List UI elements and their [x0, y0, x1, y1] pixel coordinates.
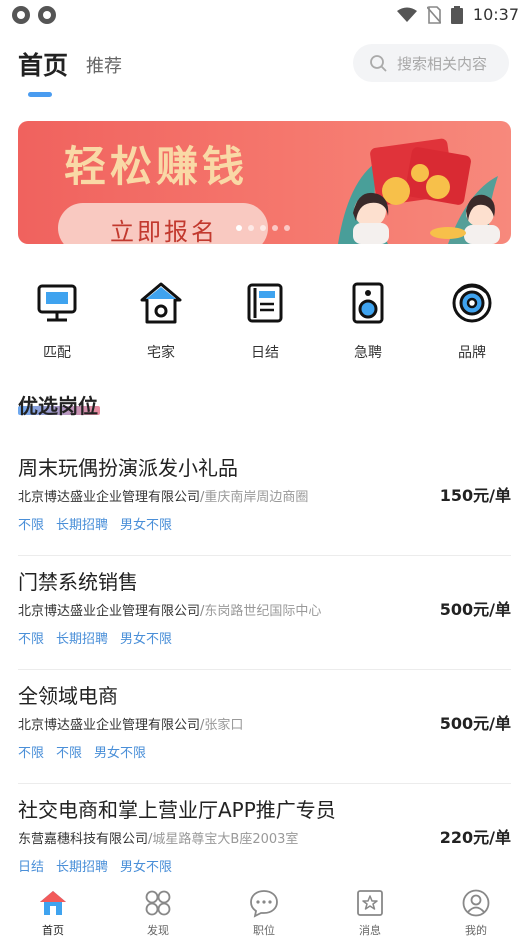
- job-tag: 不限: [18, 746, 45, 761]
- pagination-dot[interactable]: [284, 225, 290, 231]
- job-company: 北京博达盛业企业管理有限公司: [18, 718, 201, 733]
- job-price: 500元/单: [439, 714, 511, 733]
- search-box[interactable]: 搜索相关内容: [353, 44, 509, 82]
- chat-icon: [250, 890, 278, 918]
- section-title: 优选岗位: [18, 390, 100, 419]
- job-tag: 长期招聘: [56, 518, 109, 533]
- category-label: 品牌: [458, 345, 486, 361]
- nav-jobs[interactable]: 职位: [224, 888, 304, 938]
- job-company-location: 北京博达盛业企业管理有限公司/张家口: [18, 718, 244, 733]
- job-card[interactable]: 全领域电商 北京博达盛业企业管理有限公司/张家口 不限 不限 男女不限 500元…: [18, 670, 511, 784]
- status-bar: 10:37: [0, 0, 529, 30]
- promo-banner[interactable]: 轻松赚钱 立即报名: [18, 121, 511, 244]
- banner-pagination: [236, 225, 290, 231]
- speaker-icon: [352, 282, 384, 324]
- job-location: 东岗路世纪国际中心: [204, 604, 322, 619]
- job-price: 500元/单: [439, 600, 511, 619]
- job-tag: 不限: [18, 632, 45, 647]
- job-tags: 不限 长期招聘 男女不限: [18, 514, 172, 533]
- nav-label: 消息: [359, 924, 381, 937]
- nav-label: 我的: [465, 924, 487, 937]
- job-tag: 长期招聘: [56, 860, 109, 875]
- message-icon: [357, 890, 383, 916]
- category-urgent[interactable]: 急聘: [328, 280, 408, 362]
- target-icon: [452, 283, 492, 323]
- banner-illustration: [338, 138, 500, 244]
- search-placeholder: 搜索相关内容: [397, 54, 488, 73]
- category-home[interactable]: 宅家: [121, 280, 201, 362]
- pagination-dot[interactable]: [260, 225, 266, 231]
- section-title-text: 优选岗位: [18, 394, 98, 418]
- banner-signup-label: 立即报名: [110, 218, 218, 244]
- notebook-icon: [247, 283, 283, 323]
- job-tags: 不限 长期招聘 男女不限: [18, 628, 172, 647]
- job-company-location: 东营嘉穗科技有限公司/城星路尊宝大B座2003室: [18, 832, 299, 847]
- job-title: 门禁系统销售: [18, 570, 138, 594]
- job-tag: 日结: [18, 860, 45, 875]
- nav-label: 首页: [42, 924, 64, 937]
- job-tag: 男女不限: [120, 860, 173, 875]
- job-card[interactable]: 社交电商和掌上营业厅APP推广专员 东营嘉穗科技有限公司/城星路尊宝大B座200…: [18, 784, 511, 898]
- job-tag: 不限: [56, 746, 83, 761]
- pagination-dot[interactable]: [248, 225, 254, 231]
- job-tag: 男女不限: [120, 518, 173, 533]
- job-company-location: 北京博达盛业企业管理有限公司/东岗路世纪国际中心: [18, 604, 322, 619]
- profile-icon: [462, 889, 490, 917]
- category-label: 宅家: [147, 345, 175, 361]
- tab-active-indicator: [28, 92, 52, 97]
- category-brand[interactable]: 品牌: [432, 280, 512, 362]
- job-tag: 男女不限: [120, 632, 173, 647]
- battery-icon: [450, 5, 463, 24]
- tab-home[interactable]: 首页: [18, 46, 68, 82]
- job-tag: 长期招聘: [56, 632, 109, 647]
- banner-title: 轻松赚钱: [64, 142, 249, 191]
- category-match[interactable]: 匹配: [17, 280, 97, 362]
- job-company: 东营嘉穗科技有限公司: [18, 832, 149, 847]
- job-company: 北京博达盛业企业管理有限公司: [18, 490, 201, 505]
- job-card[interactable]: 门禁系统销售 北京博达盛业企业管理有限公司/东岗路世纪国际中心 不限 长期招聘 …: [18, 556, 511, 670]
- job-company: 北京博达盛业企业管理有限公司: [18, 604, 201, 619]
- nav-profile[interactable]: 我的: [436, 888, 516, 938]
- job-tags: 日结 长期招聘 男女不限: [18, 856, 172, 875]
- discover-icon: [145, 890, 171, 916]
- monitor-icon: [37, 284, 77, 322]
- job-title: 社交电商和掌上营业厅APP推广专员: [18, 798, 336, 822]
- nav-messages[interactable]: 消息: [330, 888, 410, 938]
- nav-home[interactable]: 首页: [13, 888, 93, 938]
- job-company-location: 北京博达盛业企业管理有限公司/重庆南岸周边商圈: [18, 490, 309, 505]
- search-icon: [370, 55, 387, 72]
- nav-label: 发现: [147, 924, 169, 937]
- top-header: 首页 推荐 搜索相关内容: [0, 40, 529, 100]
- category-label: 匹配: [43, 345, 71, 361]
- job-price: 220元/单: [439, 828, 511, 847]
- category-daily[interactable]: 日结: [225, 280, 305, 362]
- job-tags: 不限 不限 男女不限: [18, 742, 146, 761]
- wifi-icon: [396, 7, 417, 22]
- job-location: 重庆南岸周边商圈: [204, 490, 309, 505]
- bottom-navigation: 首页 发现 职位 消息 我的: [0, 882, 529, 942]
- nav-discover[interactable]: 发现: [118, 888, 198, 938]
- tab-recommend[interactable]: 推荐: [86, 52, 122, 78]
- clock: 10:37: [472, 5, 519, 24]
- app-notification-icon: [12, 6, 30, 24]
- job-location: 张家口: [204, 718, 244, 733]
- job-title: 周末玩偶扮演派发小礼品: [18, 456, 238, 480]
- app-notification-icon: [38, 6, 56, 24]
- category-grid: 匹配 宅家 日结 急聘 品牌: [0, 280, 529, 370]
- job-price: 150元/单: [439, 486, 511, 505]
- job-location: 城星路尊宝大B座2003室: [152, 832, 299, 847]
- home-icon: [40, 891, 66, 915]
- pagination-dot[interactable]: [236, 225, 242, 231]
- category-label: 急聘: [354, 345, 382, 361]
- job-card[interactable]: 周末玩偶扮演派发小礼品 北京博达盛业企业管理有限公司/重庆南岸周边商圈 不限 长…: [18, 442, 511, 556]
- home-icon: [140, 282, 182, 324]
- job-tag: 男女不限: [94, 746, 147, 761]
- nav-label: 职位: [253, 924, 275, 937]
- category-label: 日结: [251, 345, 279, 361]
- pagination-dot[interactable]: [272, 225, 278, 231]
- job-tag: 不限: [18, 518, 45, 533]
- job-title: 全领域电商: [18, 684, 118, 708]
- no-sim-icon: [426, 5, 441, 24]
